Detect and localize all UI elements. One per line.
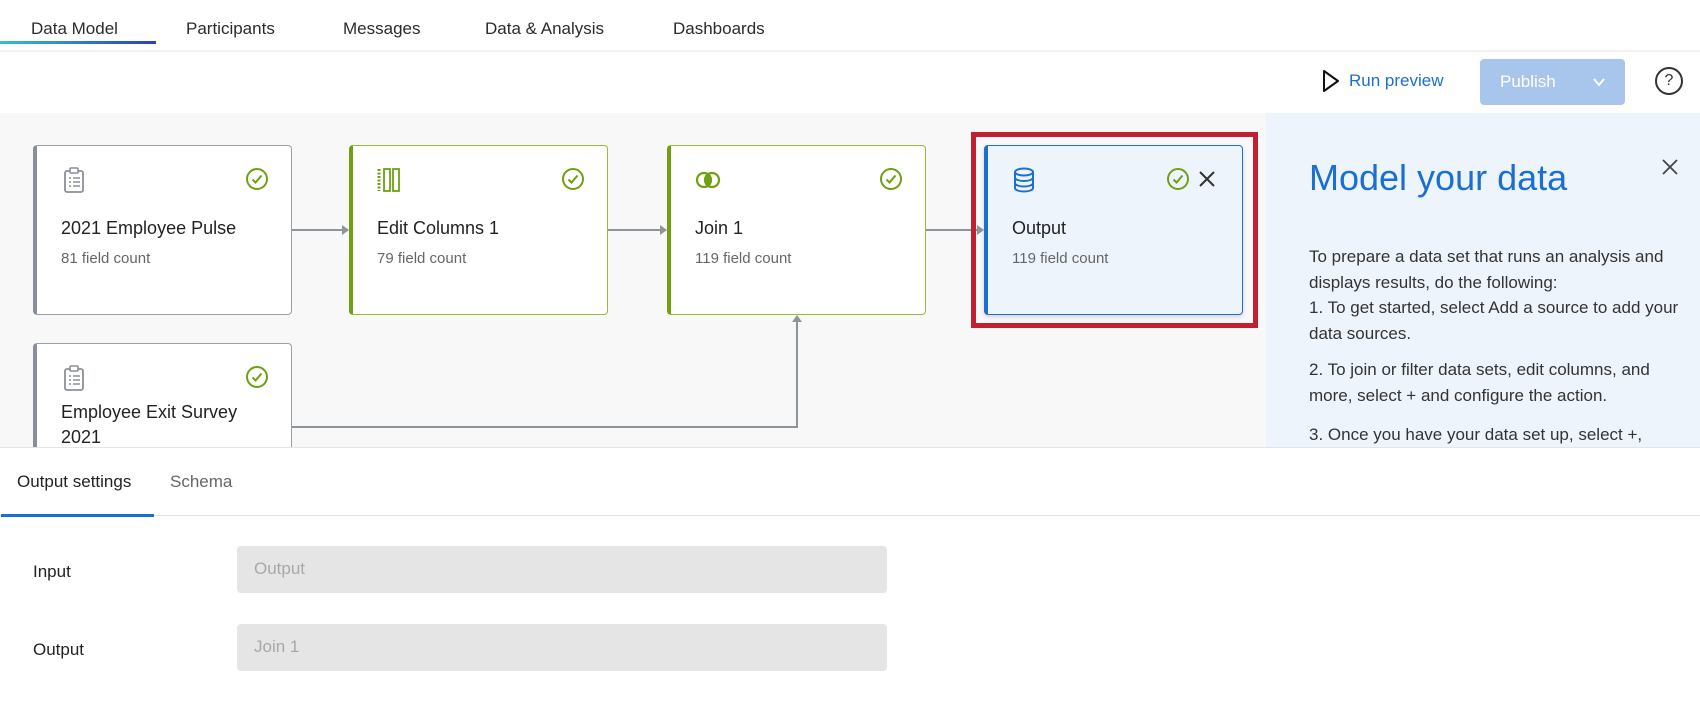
join-icon [695,171,721,189]
tab-messages[interactable]: Messages [343,19,420,39]
clipboard-icon [64,365,84,391]
tabs-divider [0,515,1700,516]
panel-title: Model your data [1309,157,1568,198]
node-title: Edit Columns 1 [377,218,500,238]
active-tab-indicator [0,41,156,44]
node-card-source-pulse[interactable]: 2021 Employee Pulse 81 field count [33,145,292,315]
check-circle-icon [562,168,584,190]
tab-schema[interactable]: Schema [170,472,232,492]
columns-icon [377,168,400,192]
arrow-icon [660,225,667,235]
input-label: Input [33,562,71,581]
input-field[interactable]: Output [237,546,887,593]
node-title: Employee Exit Survey 2021 [61,402,238,447]
node-card-join[interactable]: Join 1 119 field count [667,145,926,315]
tab-output-settings[interactable]: Output settings [17,472,131,492]
tab-dashboards[interactable]: Dashboards [673,19,765,39]
check-circle-icon [246,366,268,388]
connector [608,229,661,231]
node-title: Join 1 [695,218,744,238]
arrow-icon [342,225,349,235]
run-preview-label: Run preview [1349,71,1444,90]
panel-step-3: 3. Once you have your data set up, selec… [1309,425,1643,444]
active-tab-indicator [1,514,154,517]
output-field[interactable]: Join 1 [237,624,887,671]
arrow-icon [792,315,802,322]
highlight-box [971,132,1258,328]
connector [291,426,798,428]
connector [291,229,343,231]
tab-data-analysis[interactable]: Data & Analysis [485,19,604,39]
tab-data-model[interactable]: Data Model [31,19,118,39]
node-field-count: 81 field count [61,250,151,267]
node-card-edit-columns[interactable]: Edit Columns 1 79 field count [349,145,608,315]
panel-intro: To prepare a data set that runs an analy… [1309,247,1664,292]
connector [796,322,798,428]
clipboard-icon [64,167,84,193]
settings-panel: Output settings Schema Input Output Outp… [0,447,1700,712]
close-panel-icon[interactable] [1661,158,1679,176]
node-field-count: 79 field count [377,250,467,267]
node-title: 2021 Employee Pulse [61,218,237,238]
nav-divider [0,50,1700,52]
help-icon[interactable]: ? [1655,67,1683,95]
panel-step-2: 2. To join or filter data sets, edit col… [1309,360,1650,405]
tab-participants[interactable]: Participants [186,19,275,39]
run-preview-button[interactable]: Run preview [1321,69,1444,93]
play-icon [1323,70,1339,92]
check-circle-icon [880,168,902,190]
help-panel: Model your data To prepare a data set th… [1266,113,1700,447]
chevron-down-icon[interactable] [1592,76,1606,88]
panel-step-1: 1. To get started, select Add a source t… [1309,298,1679,343]
node-field-count: 119 field count [695,250,792,267]
output-label: Output [33,640,85,659]
publish-button[interactable]: Publish [1480,59,1625,105]
check-circle-icon [246,168,268,190]
publish-label: Publish [1500,72,1556,91]
